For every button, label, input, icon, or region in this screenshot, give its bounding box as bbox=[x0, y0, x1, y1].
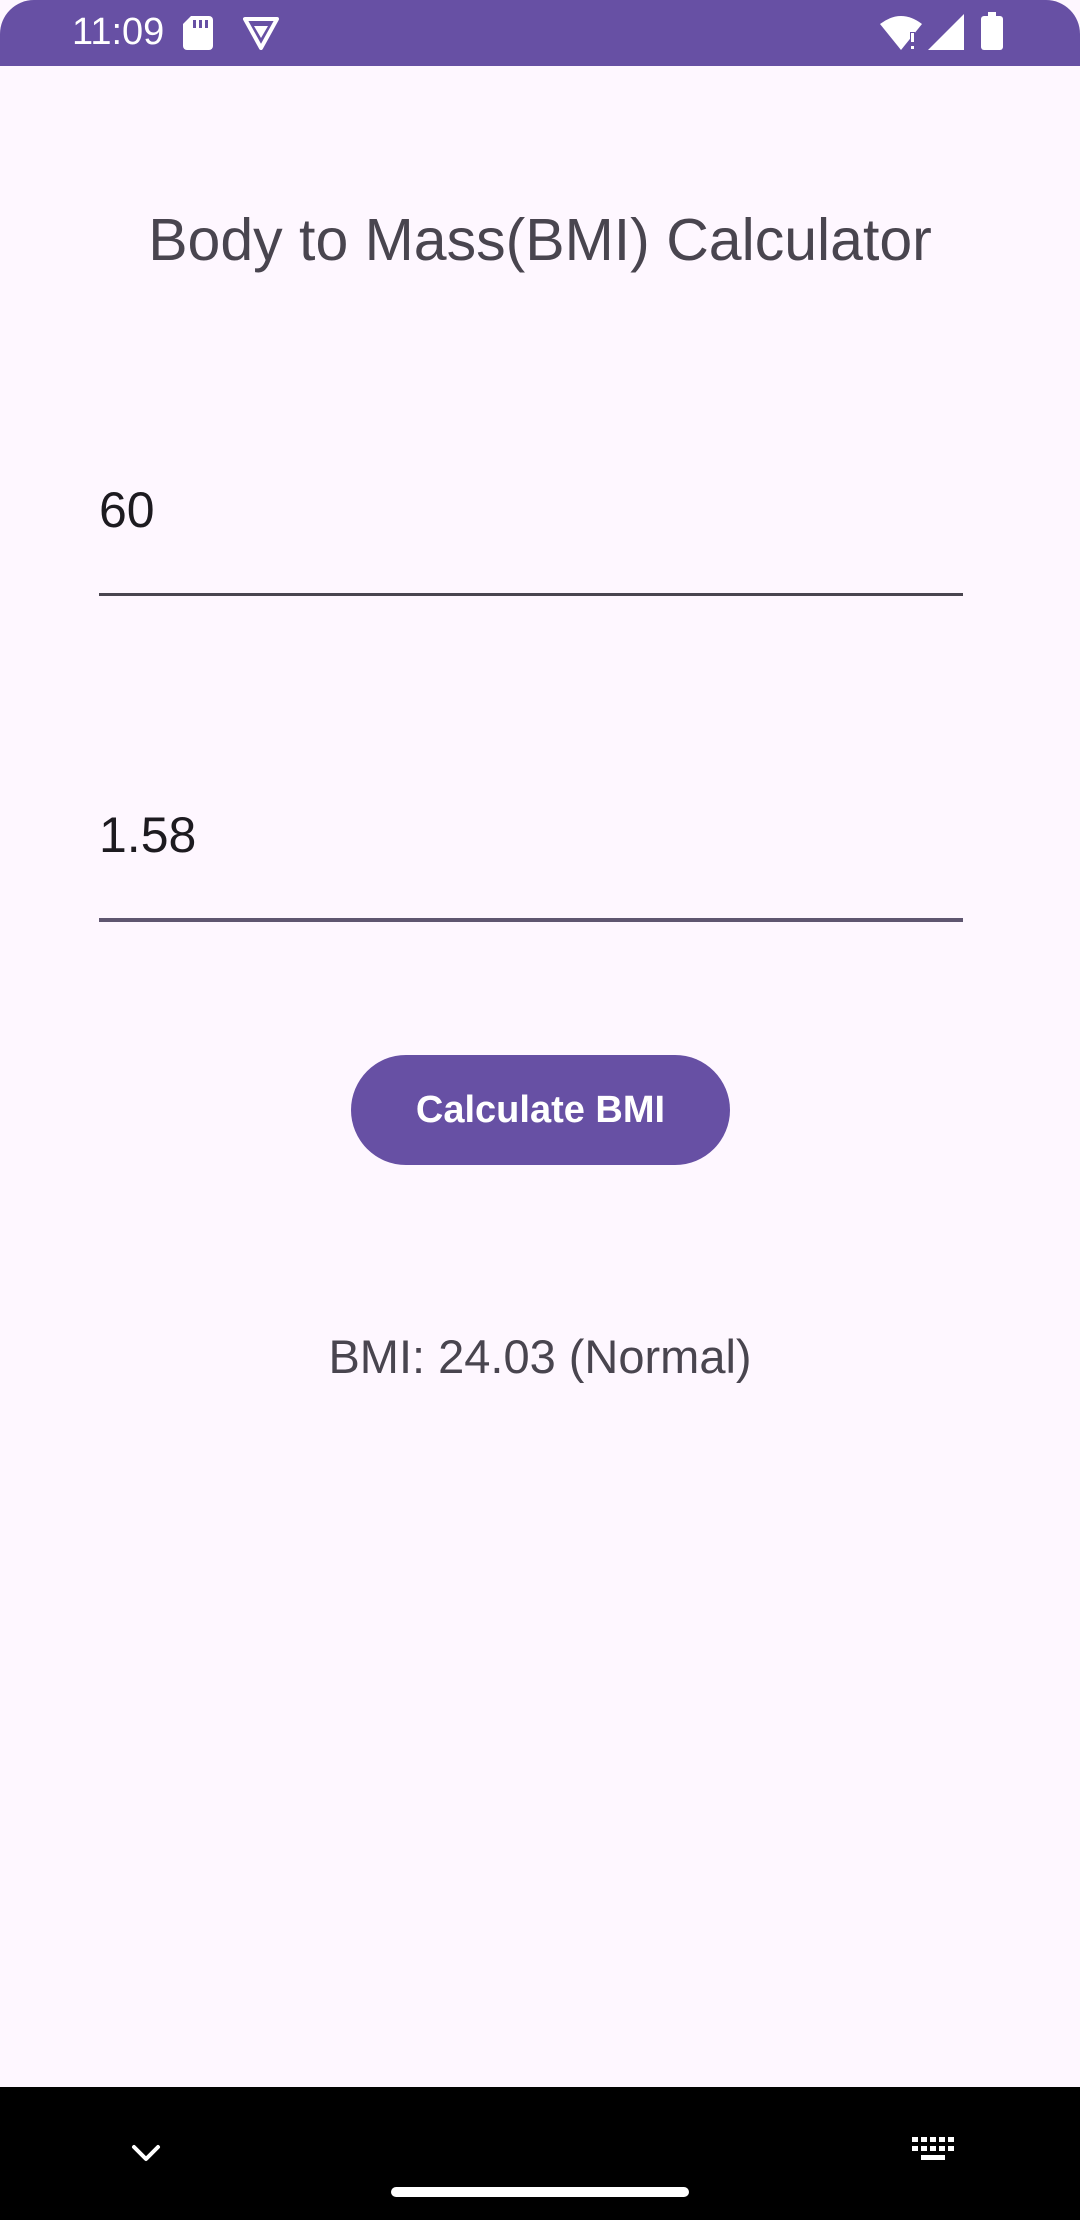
sd-card-icon bbox=[183, 16, 213, 52]
bmi-result-text: BMI: 24.03 (Normal) bbox=[328, 1330, 752, 1383]
height-field[interactable] bbox=[99, 803, 963, 927]
weight-field-underline bbox=[99, 593, 963, 596]
nav-collapse-chevron-icon[interactable] bbox=[126, 2133, 166, 2173]
height-field-underline bbox=[99, 918, 963, 922]
status-time: 11:09 bbox=[72, 11, 165, 53]
screen: 11:09 Body to Mass(BMI) Calculator 60 1.… bbox=[0, 0, 1080, 2220]
home-handle[interactable] bbox=[391, 2187, 689, 2197]
weight-input[interactable] bbox=[99, 478, 963, 542]
battery-icon bbox=[981, 12, 1003, 50]
navigation-bar bbox=[0, 2087, 1080, 2220]
weight-field[interactable] bbox=[99, 478, 963, 598]
status-bar: 11:09 bbox=[0, 0, 1080, 66]
cell-signal-icon bbox=[928, 14, 964, 50]
vpn-shield-icon bbox=[243, 16, 279, 52]
page-title: Body to Mass(BMI) Calculator bbox=[148, 207, 932, 273]
keyboard-switch-icon[interactable] bbox=[910, 2133, 958, 2169]
height-input[interactable] bbox=[99, 803, 963, 867]
wifi-alert-icon bbox=[880, 14, 922, 50]
calculate-bmi-button[interactable]: Calculate BMI bbox=[351, 1055, 730, 1165]
